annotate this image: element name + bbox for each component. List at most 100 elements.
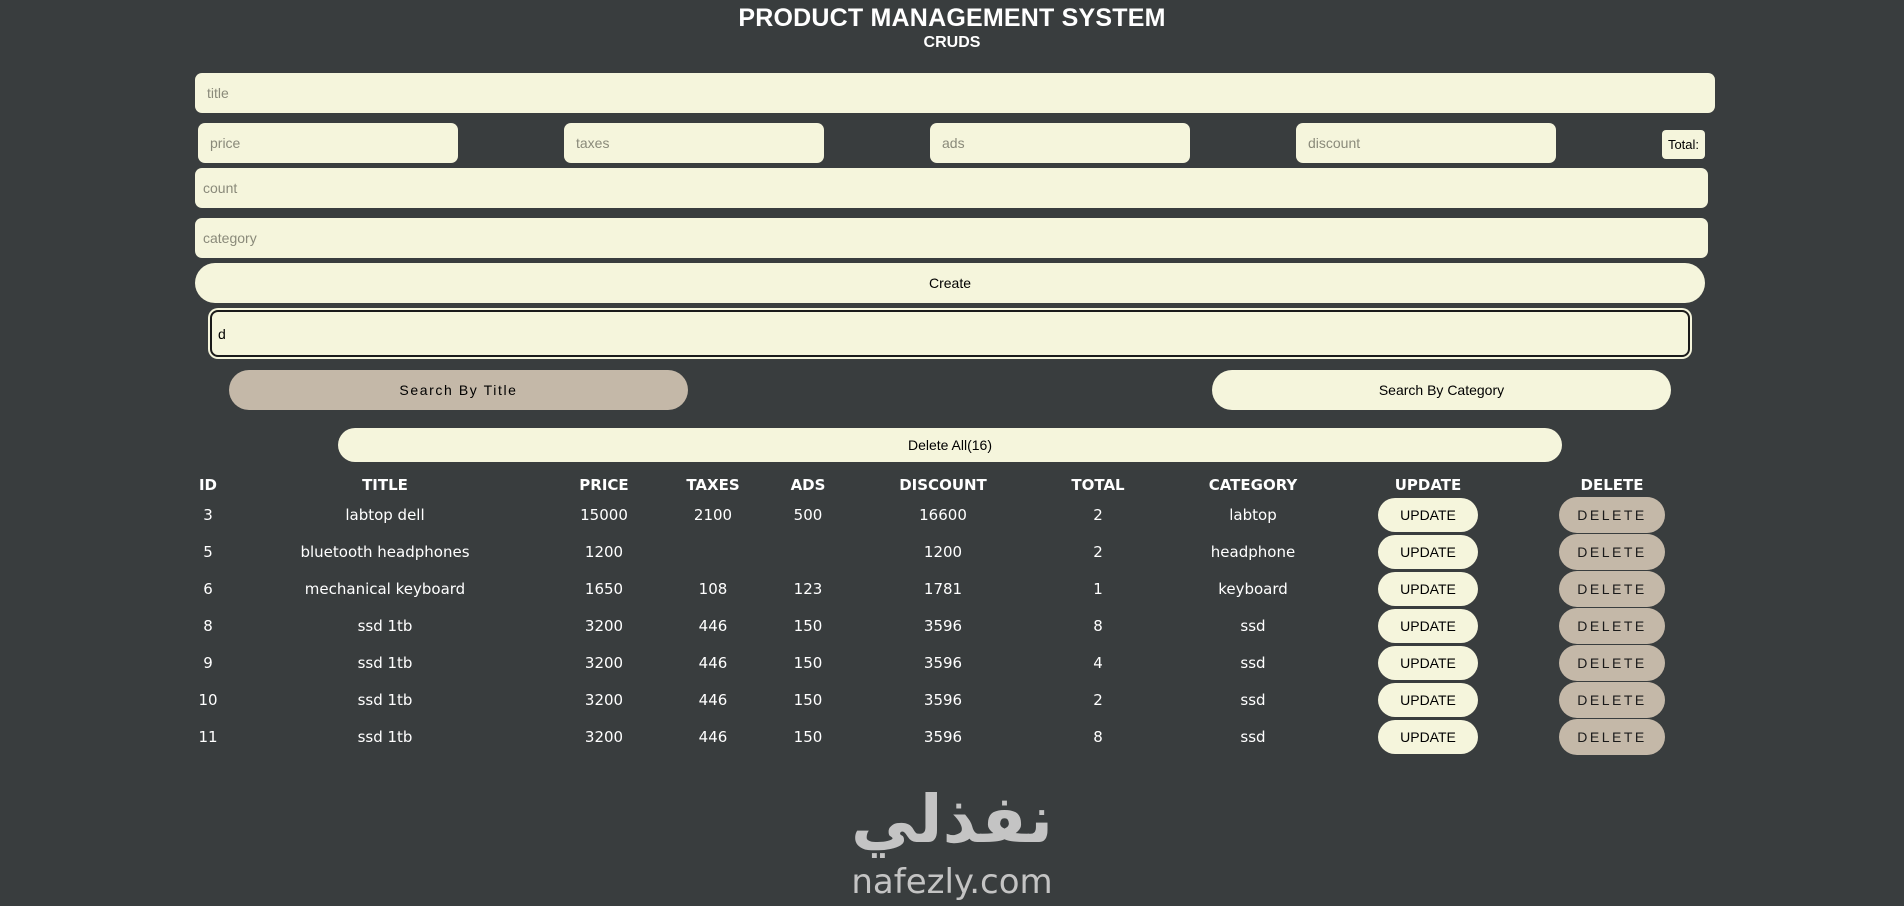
delete-button[interactable]: DELETE (1559, 570, 1665, 607)
table-row: 9 ssd 1tb 3200 446 150 3596 4 ssd UPDATE… (191, 644, 1711, 681)
update-button[interactable]: UPDATE (1378, 571, 1478, 606)
cell-id: 10 (198, 690, 218, 709)
header-discount: DISCOUNT (899, 476, 987, 494)
cell-total: 2 (1093, 505, 1103, 524)
price-input[interactable] (198, 123, 458, 163)
cell-title: ssd 1tb (357, 653, 413, 672)
cell-taxes: 446 (698, 616, 728, 635)
cell-category: ssd (1240, 690, 1266, 709)
watermark-url: nafezly.com (851, 862, 1053, 902)
delete-button[interactable]: DELETE (1559, 681, 1665, 718)
cell-taxes (663, 533, 763, 570)
cell-ads: 150 (793, 616, 823, 635)
create-button[interactable]: Create (195, 263, 1705, 303)
count-input[interactable] (195, 168, 1708, 208)
cell-id: 6 (203, 579, 213, 598)
ads-input[interactable] (930, 123, 1190, 163)
table-header-row: ID TITLE PRICE TAXES ADS DISCOUNT TOTAL … (191, 474, 1711, 496)
cell-price: 1650 (584, 579, 624, 598)
cell-price: 1200 (584, 542, 624, 561)
cell-total: 4 (1093, 653, 1103, 672)
search-by-title-button[interactable]: Search By Title (229, 370, 688, 410)
update-button[interactable]: UPDATE (1378, 645, 1478, 680)
header-update: UPDATE (1394, 476, 1462, 494)
cell-discount: 3596 (923, 653, 963, 672)
total-display: Total: (1662, 130, 1705, 159)
update-button[interactable]: UPDATE (1378, 497, 1478, 532)
cell-price: 15000 (580, 505, 628, 524)
cell-title: labtop dell (345, 505, 425, 524)
table-row: 11 ssd 1tb 3200 446 150 3596 8 ssd UPDAT… (191, 718, 1711, 755)
category-input[interactable] (195, 218, 1708, 258)
cell-ads: 150 (793, 690, 823, 709)
watermark-arabic-logo: نفذلي (851, 781, 1053, 858)
title-input[interactable] (195, 73, 1715, 113)
cell-category: ssd (1240, 653, 1266, 672)
page-title: PRODUCT MANAGEMENT SYSTEM (738, 4, 1166, 32)
cell-discount: 3596 (923, 616, 963, 635)
cell-taxes: 446 (698, 653, 728, 672)
cell-title: bluetooth headphones (300, 542, 470, 561)
update-button[interactable]: UPDATE (1378, 608, 1478, 643)
table-row: 8 ssd 1tb 3200 446 150 3596 8 ssd UPDATE… (191, 607, 1711, 644)
header-category: CATEGORY (1208, 476, 1298, 494)
taxes-input[interactable] (564, 123, 824, 163)
header-ads: ADS (790, 476, 826, 494)
cell-title: ssd 1tb (357, 616, 413, 635)
delete-button[interactable]: DELETE (1559, 644, 1665, 681)
update-button[interactable]: UPDATE (1378, 719, 1478, 754)
cell-ads: 150 (793, 653, 823, 672)
cell-title: mechanical keyboard (304, 579, 466, 598)
table-row: 6 mechanical keyboard 1650 108 123 1781 … (191, 570, 1711, 607)
table-row: 10 ssd 1tb 3200 446 150 3596 2 ssd UPDAT… (191, 681, 1711, 718)
cell-title: ssd 1tb (357, 690, 413, 709)
cell-discount: 3596 (923, 690, 963, 709)
cell-id: 9 (203, 653, 213, 672)
discount-input[interactable] (1296, 123, 1556, 163)
cell-category: ssd (1240, 727, 1266, 746)
delete-button[interactable]: DELETE (1559, 496, 1665, 533)
cell-id: 5 (203, 542, 213, 561)
table-row: 5 bluetooth headphones 1200 1200 2 headp… (191, 533, 1711, 570)
search-input[interactable] (210, 310, 1690, 357)
cell-discount: 1200 (923, 542, 963, 561)
update-button[interactable]: UPDATE (1378, 682, 1478, 717)
cell-total: 1 (1093, 579, 1103, 598)
delete-all-button[interactable]: Delete All(16) (338, 428, 1562, 462)
cell-category: labtop (1229, 505, 1277, 524)
cell-category: ssd (1240, 616, 1266, 635)
delete-button[interactable]: DELETE (1559, 533, 1665, 570)
cell-category: keyboard (1218, 579, 1288, 598)
page-subtitle: CRUDS (923, 34, 981, 51)
cell-category: headphone (1210, 542, 1296, 561)
cell-ads: 500 (793, 505, 823, 524)
cell-taxes: 108 (698, 579, 728, 598)
header-price: PRICE (579, 476, 629, 494)
cell-taxes: 446 (698, 727, 728, 746)
cell-id: 8 (203, 616, 213, 635)
cell-total: 2 (1093, 690, 1103, 709)
cell-title: ssd 1tb (357, 727, 413, 746)
header-delete: DELETE (1580, 476, 1644, 494)
header-taxes: TAXES (686, 476, 740, 494)
cell-discount: 16600 (919, 505, 967, 524)
cell-ads (763, 533, 853, 570)
cell-id: 3 (203, 505, 213, 524)
cell-price: 3200 (584, 690, 624, 709)
cell-ads: 123 (793, 579, 823, 598)
search-by-category-button[interactable]: Search By Category (1212, 370, 1671, 410)
products-table: ID TITLE PRICE TAXES ADS DISCOUNT TOTAL … (191, 474, 1711, 755)
cell-price: 3200 (584, 616, 624, 635)
cell-total: 8 (1093, 616, 1103, 635)
cell-price: 3200 (584, 727, 624, 746)
update-button[interactable]: UPDATE (1378, 534, 1478, 569)
cell-id: 11 (198, 727, 218, 746)
cell-taxes: 446 (698, 690, 728, 709)
header-title: TITLE (362, 476, 408, 494)
delete-button[interactable]: DELETE (1559, 718, 1665, 755)
delete-button[interactable]: DELETE (1559, 607, 1665, 644)
cell-total: 8 (1093, 727, 1103, 746)
cell-discount: 3596 (923, 727, 963, 746)
cell-ads: 150 (793, 727, 823, 746)
header-total: TOTAL (1071, 476, 1125, 494)
